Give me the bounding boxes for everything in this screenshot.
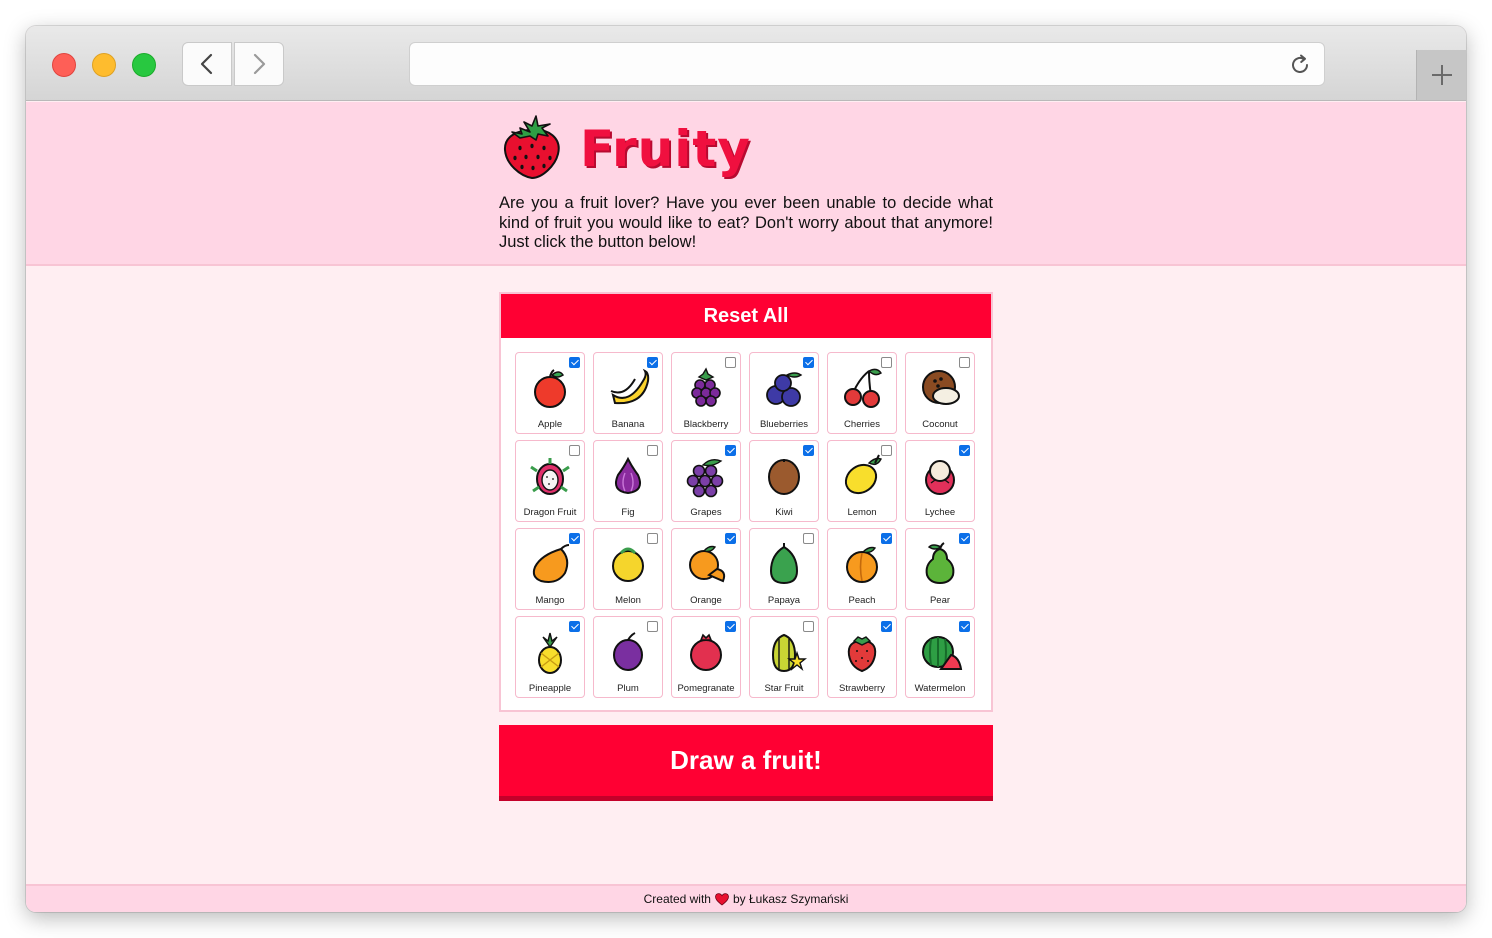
chevron-left-icon [200, 53, 213, 75]
zoom-window-button[interactable] [132, 53, 156, 77]
chevron-right-icon [253, 53, 266, 75]
fruit-label-dragon-fruit: Dragon Fruit [523, 507, 577, 518]
heart-icon [715, 892, 729, 906]
new-tab-button[interactable] [1416, 50, 1466, 100]
fruit-card-orange[interactable]: Orange [671, 528, 741, 610]
fruit-card-blackberry[interactable]: Blackberry [671, 352, 741, 434]
fruit-card-banana[interactable]: Banana [593, 352, 663, 434]
back-button[interactable] [182, 42, 232, 86]
strawberry-logo-icon [503, 115, 560, 180]
fruit-card-grapes[interactable]: Grapes [671, 440, 741, 522]
fruit-card-kiwi[interactable]: Kiwi [749, 440, 819, 522]
fruit-card-cherries[interactable]: Cherries [827, 352, 897, 434]
footer-prefix: Created with [643, 892, 711, 906]
plus-icon [1431, 65, 1452, 85]
blackberry-icon [691, 367, 721, 407]
fruit-label-pineapple: Pineapple [528, 683, 572, 694]
fruit-label-melon: Melon [615, 595, 641, 606]
strawberry-icon [847, 636, 877, 673]
fruit-card-pear[interactable]: Pear [905, 528, 975, 610]
fruit-card-plum[interactable]: Plum [593, 616, 663, 698]
page-footer: Created with by Łukasz Szymański [26, 884, 1466, 912]
reset-all-button[interactable]: Reset All [501, 294, 991, 338]
melon-icon [612, 547, 644, 582]
fruit-card-coconut[interactable]: Coconut [905, 352, 975, 434]
footer-suffix: by Łukasz Szymański [732, 892, 849, 906]
pomegranate-icon [690, 633, 722, 671]
fruit-card-lychee[interactable]: Lychee [905, 440, 975, 522]
fruit-label-watermelon: Watermelon [914, 683, 966, 694]
fruit-label-pear: Pear [929, 595, 951, 606]
forward-button[interactable] [234, 42, 284, 86]
browser-toolbar [26, 26, 1466, 101]
fruit-label-plum: Plum [617, 683, 639, 694]
fruit-label-fig: Fig [621, 507, 635, 518]
grapes-icon [686, 458, 724, 498]
fruit-label-banana: Banana [611, 419, 645, 430]
fruit-label-apple: Apple [537, 419, 563, 430]
banana-icon [610, 368, 650, 405]
page-content: Fruity Are you a fruit lover? Have you e… [26, 102, 1466, 912]
page-header: Fruity Are you a fruit lover? Have you e… [26, 102, 1466, 266]
peach-icon [846, 546, 878, 583]
fruit-label-pomegranate: Pomegranate [677, 683, 735, 694]
fruit-label-cherries: Cherries [844, 419, 880, 430]
plum-icon [613, 632, 643, 671]
fruit-label-peach: Peach [848, 595, 876, 606]
fruit-card-fig[interactable]: Fig [593, 440, 663, 522]
fruit-label-blueberries: Blueberries [759, 419, 809, 430]
star-fruit-icon [771, 633, 807, 673]
browser-window: Fruity Are you a fruit lover? Have you e… [26, 26, 1466, 912]
draw-fruit-button[interactable]: Draw a fruit! [499, 725, 993, 801]
orange-icon [689, 545, 726, 583]
address-bar[interactable] [409, 42, 1325, 86]
intro-text: Are you a fruit lover? Have you ever bee… [499, 194, 993, 251]
fig-icon [615, 456, 641, 495]
fruit-label-papaya: Papaya [767, 595, 801, 606]
fruit-card-lemon[interactable]: Lemon [827, 440, 897, 522]
close-window-button[interactable] [52, 53, 76, 77]
fruit-label-lychee: Lychee [924, 507, 956, 518]
papaya-icon [769, 543, 799, 585]
blueberries-icon [766, 372, 803, 407]
lemon-icon [844, 454, 882, 495]
cherries-icon [844, 368, 882, 408]
mango-icon [532, 544, 570, 583]
pear-icon [925, 542, 955, 585]
fruit-card-melon[interactable]: Melon [593, 528, 663, 610]
fruit-card-watermelon[interactable]: Watermelon [905, 616, 975, 698]
fruit-label-lemon: Lemon [847, 507, 877, 518]
fruit-card-pineapple[interactable]: Pineapple [515, 616, 585, 698]
fruit-card-apple[interactable]: Apple [515, 352, 585, 434]
fruit-card-dragon-fruit[interactable]: Dragon Fruit [515, 440, 585, 522]
fruit-card-pomegranate[interactable]: Pomegranate [671, 616, 741, 698]
fruit-grid: Apple Banana Blackberry Blueberries Cherries… [515, 352, 977, 698]
minimize-window-button[interactable] [92, 53, 116, 77]
fruit-label-orange: Orange [690, 595, 722, 606]
watermelon-icon [922, 636, 963, 670]
fruit-label-star-fruit: Star Fruit [764, 683, 804, 694]
apple-icon [534, 369, 566, 408]
coconut-icon [922, 370, 960, 405]
fruit-label-grapes: Grapes [690, 507, 722, 518]
fruit-card-blueberries[interactable]: Blueberries [749, 352, 819, 434]
reload-icon[interactable] [1288, 53, 1312, 77]
fruit-card-strawberry[interactable]: Strawberry [827, 616, 897, 698]
lychee-icon [925, 460, 955, 495]
fruit-selection-panel: Reset All Apple Banana Blackberry Blueberri… [499, 292, 993, 712]
brand-title: Fruity [580, 120, 751, 178]
pineapple-icon [538, 632, 562, 674]
fruit-card-star-fruit[interactable]: Star Fruit [749, 616, 819, 698]
dragon-fruit-icon [530, 458, 570, 495]
fruit-label-coconut: Coconut [922, 419, 958, 430]
fruit-label-mango: Mango [535, 595, 565, 606]
fruit-label-strawberry: Strawberry [839, 683, 885, 694]
fruit-label-kiwi: Kiwi [775, 507, 793, 518]
fruit-card-mango[interactable]: Mango [515, 528, 585, 610]
fruit-label-blackberry: Blackberry [683, 419, 729, 430]
fruit-card-peach[interactable]: Peach [827, 528, 897, 610]
kiwi-icon [768, 459, 800, 495]
fruit-card-papaya[interactable]: Papaya [749, 528, 819, 610]
